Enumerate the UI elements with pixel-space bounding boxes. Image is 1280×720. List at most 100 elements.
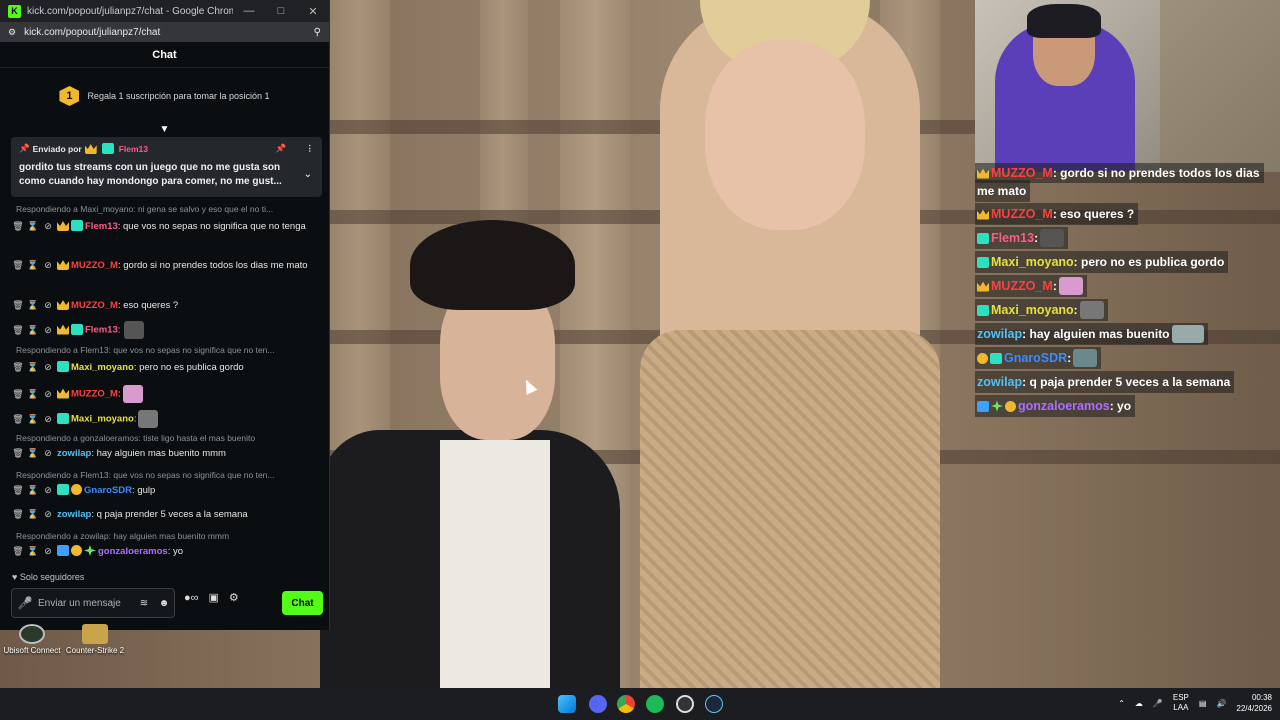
chat-username[interactable]: zowilap: [57, 448, 91, 459]
trash-icon[interactable]: 🗑: [12, 219, 24, 234]
gift-promo-banner[interactable]: 1 Regala 1 suscripción para tomar la pos…: [0, 68, 329, 124]
points-icon[interactable]: ●∞: [184, 592, 199, 604]
send-chat-button[interactable]: Chat: [282, 591, 323, 615]
chat-message[interactable]: 🗑 ⌛ ⊘ MUZZO_M: eso queres ?: [12, 298, 318, 313]
emote-image[interactable]: [122, 385, 143, 403]
volume-icon[interactable]: 🔊: [1216, 699, 1226, 708]
translate-icon[interactable]: ≋: [134, 598, 154, 609]
timeout-icon[interactable]: ⌛: [27, 544, 39, 559]
chat-message[interactable]: 🗑 ⌛ ⊘ Flem13: que vos no sepas no significa…: [12, 219, 318, 234]
reply-context[interactable]: Respondiendo a Maxi_moyano: ni gena se s…: [16, 204, 316, 214]
url-text[interactable]: kick.com/popout/julianpz7/chat: [24, 27, 314, 38]
pinned-username[interactable]: Flem13: [119, 144, 148, 154]
network-icon[interactable]: ▤: [1199, 699, 1207, 708]
ban-icon[interactable]: ⊘: [42, 544, 54, 559]
chat-message[interactable]: 🗑 ⌛ ⊘ Maxi_moyano:: [12, 410, 318, 428]
chat-message[interactable]: 🗑 ⌛ ⊘ Flem13:: [12, 321, 318, 339]
desktop-icon-ubisoft[interactable]: Ubisoft Connect: [2, 624, 62, 655]
close-icon[interactable]: ✕: [297, 5, 329, 18]
chat-message[interactable]: 🗑 ⌛ ⊘ GnaroSDR: gulp: [12, 483, 318, 498]
chat-input-box[interactable]: 🎤 Enviar un mensaje ≋ ☻: [11, 588, 175, 618]
emoji-icon[interactable]: ☻: [154, 598, 174, 609]
trash-icon[interactable]: 🗑: [12, 258, 24, 273]
mic-icon[interactable]: 🎤: [12, 596, 38, 610]
ban-icon[interactable]: ⊘: [42, 298, 54, 313]
chat-message[interactable]: 🗑 ⌛ ⊘ zowilap: hay alguien mas buenito mmm: [12, 446, 318, 461]
more-icon[interactable]: ⋮: [306, 143, 315, 154]
store-icon[interactable]: ▣: [209, 591, 219, 604]
timeout-icon[interactable]: ⌛: [27, 219, 39, 234]
chat-username[interactable]: MUZZO_M: [71, 389, 118, 400]
steam-icon[interactable]: [705, 695, 723, 713]
collapse-arrow-icon[interactable]: ▼: [0, 124, 329, 138]
ban-icon[interactable]: ⊘: [42, 483, 54, 498]
ban-icon[interactable]: ⊘: [42, 219, 54, 234]
timeout-icon[interactable]: ⌛: [27, 446, 39, 461]
emote-image[interactable]: [138, 410, 159, 428]
maximize-icon[interactable]: □: [265, 5, 297, 17]
chat-message[interactable]: 🗑 ⌛ ⊘ gonzaloeramos: yo: [12, 544, 318, 559]
chat-message[interactable]: 🗑 ⌛ ⊘ Maxi_moyano: pero no es publica gordo: [12, 360, 318, 375]
timeout-icon[interactable]: ⌛: [27, 387, 39, 402]
timeout-icon[interactable]: ⌛: [27, 258, 39, 273]
site-settings-icon[interactable]: ⚙: [8, 27, 16, 38]
zoom-icon[interactable]: ⚲: [314, 27, 321, 38]
chat-username[interactable]: zowilap: [57, 509, 91, 520]
emote-image[interactable]: [124, 321, 145, 339]
reply-context[interactable]: Respondiendo a Flem13: que vos no sepas …: [16, 345, 316, 355]
ban-icon[interactable]: ⊘: [42, 360, 54, 375]
clock[interactable]: 00:38 22/4/2026: [1236, 692, 1272, 714]
chat-message[interactable]: 🗑 ⌛ ⊘ zowilap: q paja prender 5 veces a la …: [12, 507, 318, 522]
chat-username[interactable]: Flem13: [85, 325, 118, 336]
spotify-icon[interactable]: [646, 695, 664, 713]
mic-icon[interactable]: 🎤: [1153, 699, 1163, 708]
reply-context[interactable]: Respondiendo a zowilap: hay alguien mas …: [16, 531, 316, 541]
trash-icon[interactable]: 🗑: [12, 323, 24, 338]
reply-context[interactable]: Respondiendo a gonzaloeramos: tiste ligo…: [16, 433, 316, 443]
discord-icon[interactable]: [589, 695, 607, 713]
trash-icon[interactable]: 🗑: [12, 387, 24, 402]
timeout-icon[interactable]: ⌛: [27, 507, 39, 522]
ban-icon[interactable]: ⊘: [42, 507, 54, 522]
ban-icon[interactable]: ⊘: [42, 412, 54, 427]
trash-icon[interactable]: 🗑: [12, 544, 24, 559]
tray-chevron-icon[interactable]: ⌃: [1118, 699, 1125, 708]
language-indicator[interactable]: ESP LAA: [1173, 693, 1189, 713]
gear-icon[interactable]: ⚙: [229, 591, 239, 604]
trash-icon[interactable]: 🗑: [12, 446, 24, 461]
desktop-icon-cs2[interactable]: Counter-Strike 2: [64, 624, 126, 655]
chat-username[interactable]: GnaroSDR: [84, 485, 132, 496]
cloud-icon[interactable]: ☁: [1135, 699, 1143, 708]
chat-message[interactable]: 🗑 ⌛ ⊘ MUZZO_M: gordo si no prendes todos lo…: [12, 258, 318, 273]
chat-username[interactable]: Maxi_moyano: [71, 414, 134, 425]
trash-icon[interactable]: 🗑: [12, 412, 24, 427]
ban-icon[interactable]: ⊘: [42, 387, 54, 402]
timeout-icon[interactable]: ⌛: [27, 483, 39, 498]
chat-message[interactable]: 🗑 ⌛ ⊘ MUZZO_M:: [12, 385, 318, 403]
chat-username[interactable]: Flem13: [85, 221, 118, 232]
chat-input[interactable]: Enviar un mensaje: [38, 598, 134, 609]
address-bar[interactable]: ⚙ kick.com/popout/julianpz7/chat ⚲: [0, 22, 329, 42]
windows-start-icon[interactable]: [558, 695, 576, 713]
timeout-icon[interactable]: ⌛: [27, 298, 39, 313]
chat-username[interactable]: MUZZO_M: [71, 300, 118, 311]
timeout-icon[interactable]: ⌛: [27, 412, 39, 427]
minimize-icon[interactable]: —: [233, 5, 265, 17]
unpin-icon[interactable]: 📌: [276, 143, 287, 154]
ban-icon[interactable]: ⊘: [42, 446, 54, 461]
chat-username[interactable]: gonzaloeramos: [98, 546, 168, 557]
pinned-message[interactable]: 📌 Enviado por Flem13 📌 ⋮ gordito tus str…: [11, 137, 322, 197]
timeout-icon[interactable]: ⌛: [27, 323, 39, 338]
trash-icon[interactable]: 🗑: [12, 360, 24, 375]
ban-icon[interactable]: ⊘: [42, 323, 54, 338]
expand-chevron-icon[interactable]: ⌄: [304, 169, 312, 180]
timeout-icon[interactable]: ⌛: [27, 360, 39, 375]
chat-username[interactable]: Maxi_moyano: [71, 362, 134, 373]
ban-icon[interactable]: ⊘: [42, 258, 54, 273]
reply-context[interactable]: Respondiendo a Flem13: que vos no sepas …: [16, 470, 316, 480]
trash-icon[interactable]: 🗑: [12, 483, 24, 498]
obs-icon[interactable]: [676, 695, 694, 713]
chrome-icon[interactable]: [617, 695, 635, 713]
trash-icon[interactable]: 🗑: [12, 507, 24, 522]
chat-username[interactable]: MUZZO_M: [71, 260, 118, 271]
